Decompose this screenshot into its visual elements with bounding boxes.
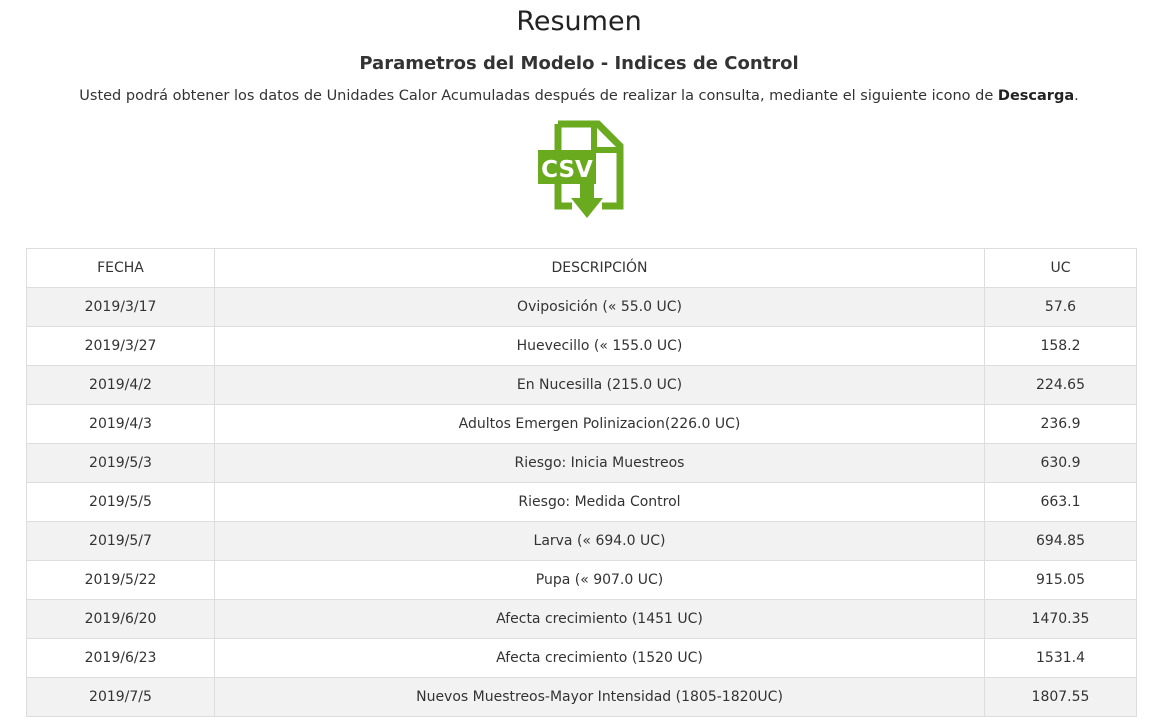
table-header-row: FECHA DESCRIPCIÓN UC bbox=[26, 248, 1137, 288]
table-row: 2019/4/3 Adultos Emergen Polinizacion(22… bbox=[26, 404, 1137, 444]
page-subtitle: Parametros del Modelo - Indices de Contr… bbox=[359, 53, 799, 74]
download-note-suffix: . bbox=[1074, 88, 1079, 104]
cell-uc: 1470.35 bbox=[984, 599, 1137, 639]
page-title: Resumen bbox=[516, 6, 642, 37]
cell-fecha: 2019/6/23 bbox=[26, 638, 215, 678]
cell-fecha: 2019/5/22 bbox=[26, 560, 215, 600]
cell-fecha: 2019/5/5 bbox=[26, 482, 215, 522]
table-row: 2019/3/17 Oviposición (« 55.0 UC) 57.6 bbox=[26, 287, 1137, 327]
cell-descripcion: Huevecillo (« 155.0 UC) bbox=[214, 326, 985, 366]
cell-fecha: 2019/5/3 bbox=[26, 443, 215, 483]
csv-file-download-icon[interactable]: CSV bbox=[536, 120, 626, 222]
cell-descripcion: Nuevos Muestreos-Mayor Intensidad (1805-… bbox=[214, 677, 985, 717]
table-row: 2019/5/3 Riesgo: Inicia Muestreos 630.9 bbox=[26, 443, 1137, 483]
cell-descripcion: Afecta crecimiento (1520 UC) bbox=[214, 638, 985, 678]
cell-fecha: 2019/5/7 bbox=[26, 521, 215, 561]
results-table: FECHA DESCRIPCIÓN UC 2019/3/17 Oviposici… bbox=[26, 248, 1137, 717]
cell-uc: 224.65 bbox=[984, 365, 1137, 405]
table-row: 2019/5/22 Pupa (« 907.0 UC) 915.05 bbox=[26, 560, 1137, 600]
results-table-container: FECHA DESCRIPCIÓN UC 2019/3/17 Oviposici… bbox=[26, 248, 1137, 717]
download-note-bold: Descarga bbox=[997, 88, 1075, 104]
cell-fecha: 2019/3/17 bbox=[26, 287, 215, 327]
cell-fecha: 2019/6/20 bbox=[26, 599, 215, 639]
cell-fecha: 2019/3/27 bbox=[26, 326, 215, 366]
table-row: 2019/5/7 Larva (« 694.0 UC) 694.85 bbox=[26, 521, 1137, 561]
csv-download-button[interactable]: CSV bbox=[536, 120, 626, 222]
cell-descripcion: Adultos Emergen Polinizacion(226.0 UC) bbox=[214, 404, 985, 444]
cell-descripcion: Larva (« 694.0 UC) bbox=[214, 521, 985, 561]
table-row: 2019/4/2 En Nucesilla (215.0 UC) 224.65 bbox=[26, 365, 1137, 405]
cell-uc: 1807.55 bbox=[984, 677, 1137, 717]
column-header-uc[interactable]: UC bbox=[984, 248, 1137, 288]
table-row: 2019/3/27 Huevecillo (« 155.0 UC) 158.2 bbox=[26, 326, 1137, 366]
csv-label: CSV bbox=[541, 157, 593, 183]
cell-uc: 663.1 bbox=[984, 482, 1137, 522]
cell-uc: 694.85 bbox=[984, 521, 1137, 561]
cell-fecha: 2019/4/3 bbox=[26, 404, 215, 444]
cell-descripcion: Oviposición (« 55.0 UC) bbox=[214, 287, 985, 327]
cell-uc: 915.05 bbox=[984, 560, 1137, 600]
column-header-fecha[interactable]: FECHA bbox=[26, 248, 215, 288]
table-row: 2019/6/23 Afecta crecimiento (1520 UC) 1… bbox=[26, 638, 1137, 678]
cell-fecha: 2019/4/2 bbox=[26, 365, 215, 405]
cell-descripcion: Riesgo: Inicia Muestreos bbox=[214, 443, 985, 483]
table-row: 2019/6/20 Afecta crecimiento (1451 UC) 1… bbox=[26, 599, 1137, 639]
cell-fecha: 2019/7/5 bbox=[26, 677, 215, 717]
table-row: 2019/7/5 Nuevos Muestreos-Mayor Intensid… bbox=[26, 677, 1137, 717]
cell-uc: 1531.4 bbox=[984, 638, 1137, 678]
table-row: 2019/5/5 Riesgo: Medida Control 663.1 bbox=[26, 482, 1137, 522]
cell-descripcion: Afecta crecimiento (1451 UC) bbox=[214, 599, 985, 639]
cell-descripcion: Pupa (« 907.0 UC) bbox=[214, 560, 985, 600]
cell-uc: 158.2 bbox=[984, 326, 1137, 366]
page: Resumen Parametros del Modelo - Indices … bbox=[0, 0, 1158, 728]
cell-descripcion: Riesgo: Medida Control bbox=[214, 482, 985, 522]
cell-descripcion: En Nucesilla (215.0 UC) bbox=[214, 365, 985, 405]
column-header-descripcion[interactable]: DESCRIPCIÓN bbox=[214, 248, 985, 288]
cell-uc: 630.9 bbox=[984, 443, 1137, 483]
download-note: Usted podrá obtener los datos de Unidade… bbox=[0, 88, 1158, 104]
download-note-text: Usted podrá obtener los datos de Unidade… bbox=[79, 88, 998, 104]
cell-uc: 57.6 bbox=[984, 287, 1137, 327]
cell-uc: 236.9 bbox=[984, 404, 1137, 444]
